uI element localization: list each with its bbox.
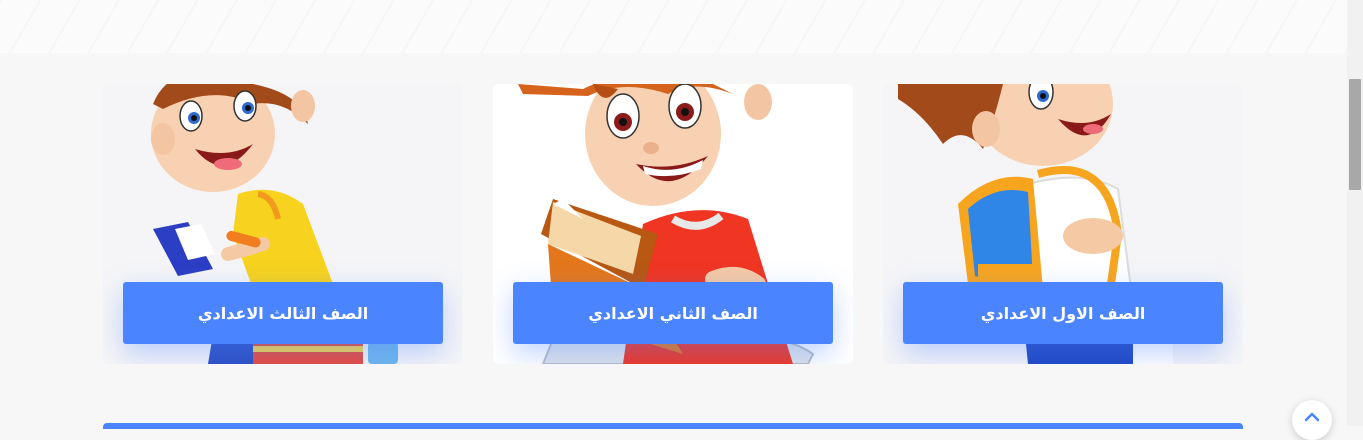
grade-card-second[interactable]: الصف الثاني الاعدادي xyxy=(493,84,853,364)
grade-third-button[interactable]: الصف الثالث الاعدادي xyxy=(123,282,443,344)
next-section-border xyxy=(103,423,1243,429)
page-scrollbar[interactable] xyxy=(1347,0,1363,426)
grade-card-first[interactable]: الصف الاول الاعدادي xyxy=(883,84,1243,364)
scroll-to-top-button[interactable] xyxy=(1292,400,1332,440)
grade-cards: الصف الثالث الاعدادي الصف الثاني الاعداد… xyxy=(0,0,1347,426)
grade-card-third[interactable]: الصف الثالث الاعدادي xyxy=(103,84,463,364)
grade-second-button[interactable]: الصف الثاني الاعدادي xyxy=(513,282,833,344)
scrollbar-thumb[interactable] xyxy=(1349,79,1361,190)
grade-first-button[interactable]: الصف الاول الاعدادي xyxy=(903,282,1223,344)
chevron-up-icon xyxy=(1305,412,1319,422)
